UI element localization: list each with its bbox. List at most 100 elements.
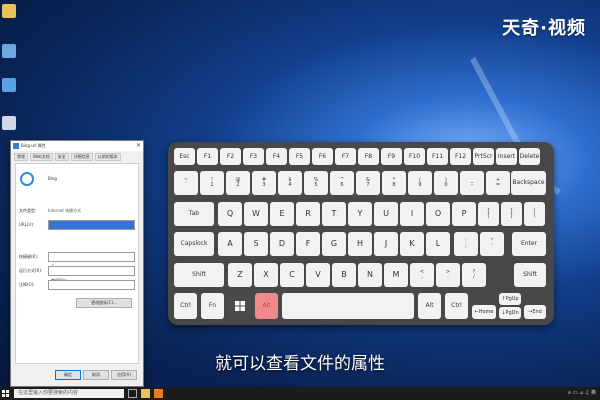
prop-label: 文件类型: — [19, 208, 37, 213]
comment-field[interactable] — [48, 280, 135, 290]
key-backspace: Backspace — [511, 171, 546, 195]
tab-general[interactable]: 常规 — [14, 153, 28, 161]
key-1: ! 1 — [200, 171, 224, 195]
task-view-icon[interactable] — [128, 389, 137, 398]
key-f2: F2 — [220, 148, 241, 165]
key-s: S — [244, 232, 268, 256]
shortcut-key-field[interactable]: 无 — [48, 252, 135, 269]
key-': " ' — [480, 232, 504, 256]
key-tab: Tab — [174, 202, 214, 226]
windows-icon — [234, 301, 245, 311]
url-field[interactable] — [48, 220, 135, 230]
key-0: ) 0 — [434, 171, 458, 195]
key-f: F — [296, 232, 320, 256]
key-f12: F12 — [450, 148, 471, 165]
dialog-app-icon — [13, 143, 19, 149]
tab-web-document[interactable]: Web文档 — [30, 153, 53, 161]
key-y: Y — [348, 202, 372, 226]
windows-logo-part — [6, 394, 9, 397]
key-f4: F4 — [266, 148, 287, 165]
key-alt-highlighted: Alt — [255, 293, 278, 319]
key-w: W — [244, 202, 268, 226]
watermark-logo: 天奇·视频 — [502, 18, 586, 39]
key-c: C — [280, 263, 304, 287]
key-f5: F5 — [289, 148, 310, 165]
dialog-title: Bing.url 属性 — [21, 143, 46, 148]
key-f3: F3 — [243, 148, 264, 165]
key-r: R — [296, 202, 320, 226]
computer-icon[interactable] — [2, 44, 16, 58]
key-f7: F7 — [335, 148, 356, 165]
key-insert: Insert — [496, 148, 517, 165]
tab-security[interactable]: 安全 — [54, 153, 69, 161]
key-;: :; — [454, 232, 478, 256]
key-l: L — [426, 232, 450, 256]
key-n: N — [358, 263, 382, 287]
internet-explorer-icon — [20, 172, 34, 186]
key-alt-right: Alt — [418, 293, 441, 319]
prop-value: Internet 快捷方式 — [48, 208, 82, 213]
key-shift-right: Shift — [514, 263, 546, 287]
prop-label: 运行方式(R): — [19, 268, 43, 273]
run-mode-select[interactable]: 常规窗口 — [48, 266, 135, 283]
key-f8: F8 — [358, 148, 379, 165]
tab-previous-versions[interactable]: 以前的版本 — [94, 153, 121, 161]
key-7: & 7 — [356, 171, 380, 195]
system-tray[interactable]: ∧ ▭ ⊿ ♫ 英 — [568, 389, 596, 396]
dialog-tabs: 常规 Web文档 安全 详细信息 以前的版本 — [11, 151, 143, 163]
key-e: E — [270, 202, 294, 226]
key-d: D — [270, 232, 294, 256]
key-2: @2 — [226, 171, 250, 195]
file-explorer-icon[interactable] — [141, 389, 150, 398]
key-x: X — [254, 263, 278, 287]
key-f6: F6 — [312, 148, 333, 165]
key-delete: Delete — [519, 148, 540, 165]
key-ctrl-right: Ctrl — [445, 293, 468, 319]
recycle-bin-icon[interactable] — [2, 116, 16, 130]
key-9: (9 — [408, 171, 432, 195]
tab-details[interactable]: 详细信息 — [70, 153, 93, 161]
key-shift-left: Shift — [174, 263, 224, 287]
app-icon[interactable] — [154, 389, 163, 398]
key-p: P — [452, 202, 476, 226]
key-pgup: ↑PgUp — [499, 293, 521, 305]
keyboard-illustration: Backspace Tab Capslock Enter Shift Shift… — [168, 142, 554, 325]
key-=: + = — [486, 171, 510, 195]
prop-label: 快捷键(K): — [19, 254, 39, 259]
dialog-title-bar[interactable]: Bing.url 属性 × — [11, 141, 143, 151]
key-f10: F10 — [404, 148, 425, 165]
key-a: A — [218, 232, 242, 256]
start-button[interactable] — [2, 390, 9, 397]
desktop: 天奇·视频 Bing.url 属性 × 常规 Web文档 安全 详细信息 以前的… — [0, 0, 600, 400]
close-icon[interactable]: × — [136, 141, 141, 151]
key-esc: Esc — [174, 148, 195, 165]
folder-icon[interactable] — [2, 4, 16, 18]
key-q: Q — [218, 202, 242, 226]
key-ctrl: Ctrl — [174, 293, 197, 319]
key-t: T — [322, 202, 346, 226]
file-name: Bing — [48, 176, 57, 181]
change-icon-button[interactable]: 更改图标(C)... — [76, 298, 132, 308]
key-f11: F11 — [427, 148, 448, 165]
key-windows — [228, 293, 251, 319]
key-prtscr: PrtScr — [473, 148, 494, 165]
taskbar: 在这里输入你要搜索的内容 ∧ ▭ ⊿ ♫ 英 — [0, 387, 600, 400]
video-subtitle: 就可以查看文件的属性 — [215, 354, 385, 374]
taskbar-search-input[interactable]: 在这里输入你要搜索的内容 — [14, 389, 124, 398]
key-i: I — [400, 202, 424, 226]
key-pgdn: ↓PgDn — [499, 307, 521, 319]
key-home: ←Home — [472, 305, 496, 319]
key-v: V — [306, 263, 330, 287]
key--: _ - — [460, 171, 484, 195]
key-8: * 8 — [382, 171, 406, 195]
key-u: U — [374, 202, 398, 226]
key-4: $4 — [278, 171, 302, 195]
windows-logo-part — [6, 390, 9, 393]
network-icon[interactable] — [2, 78, 16, 92]
key-end: →End — [524, 305, 546, 319]
key-z: Z — [228, 263, 252, 287]
key-f9: F9 — [381, 148, 402, 165]
prop-label: URL(U): — [19, 222, 35, 227]
key-f1: F1 — [197, 148, 218, 165]
key-]: }] — [501, 202, 522, 226]
